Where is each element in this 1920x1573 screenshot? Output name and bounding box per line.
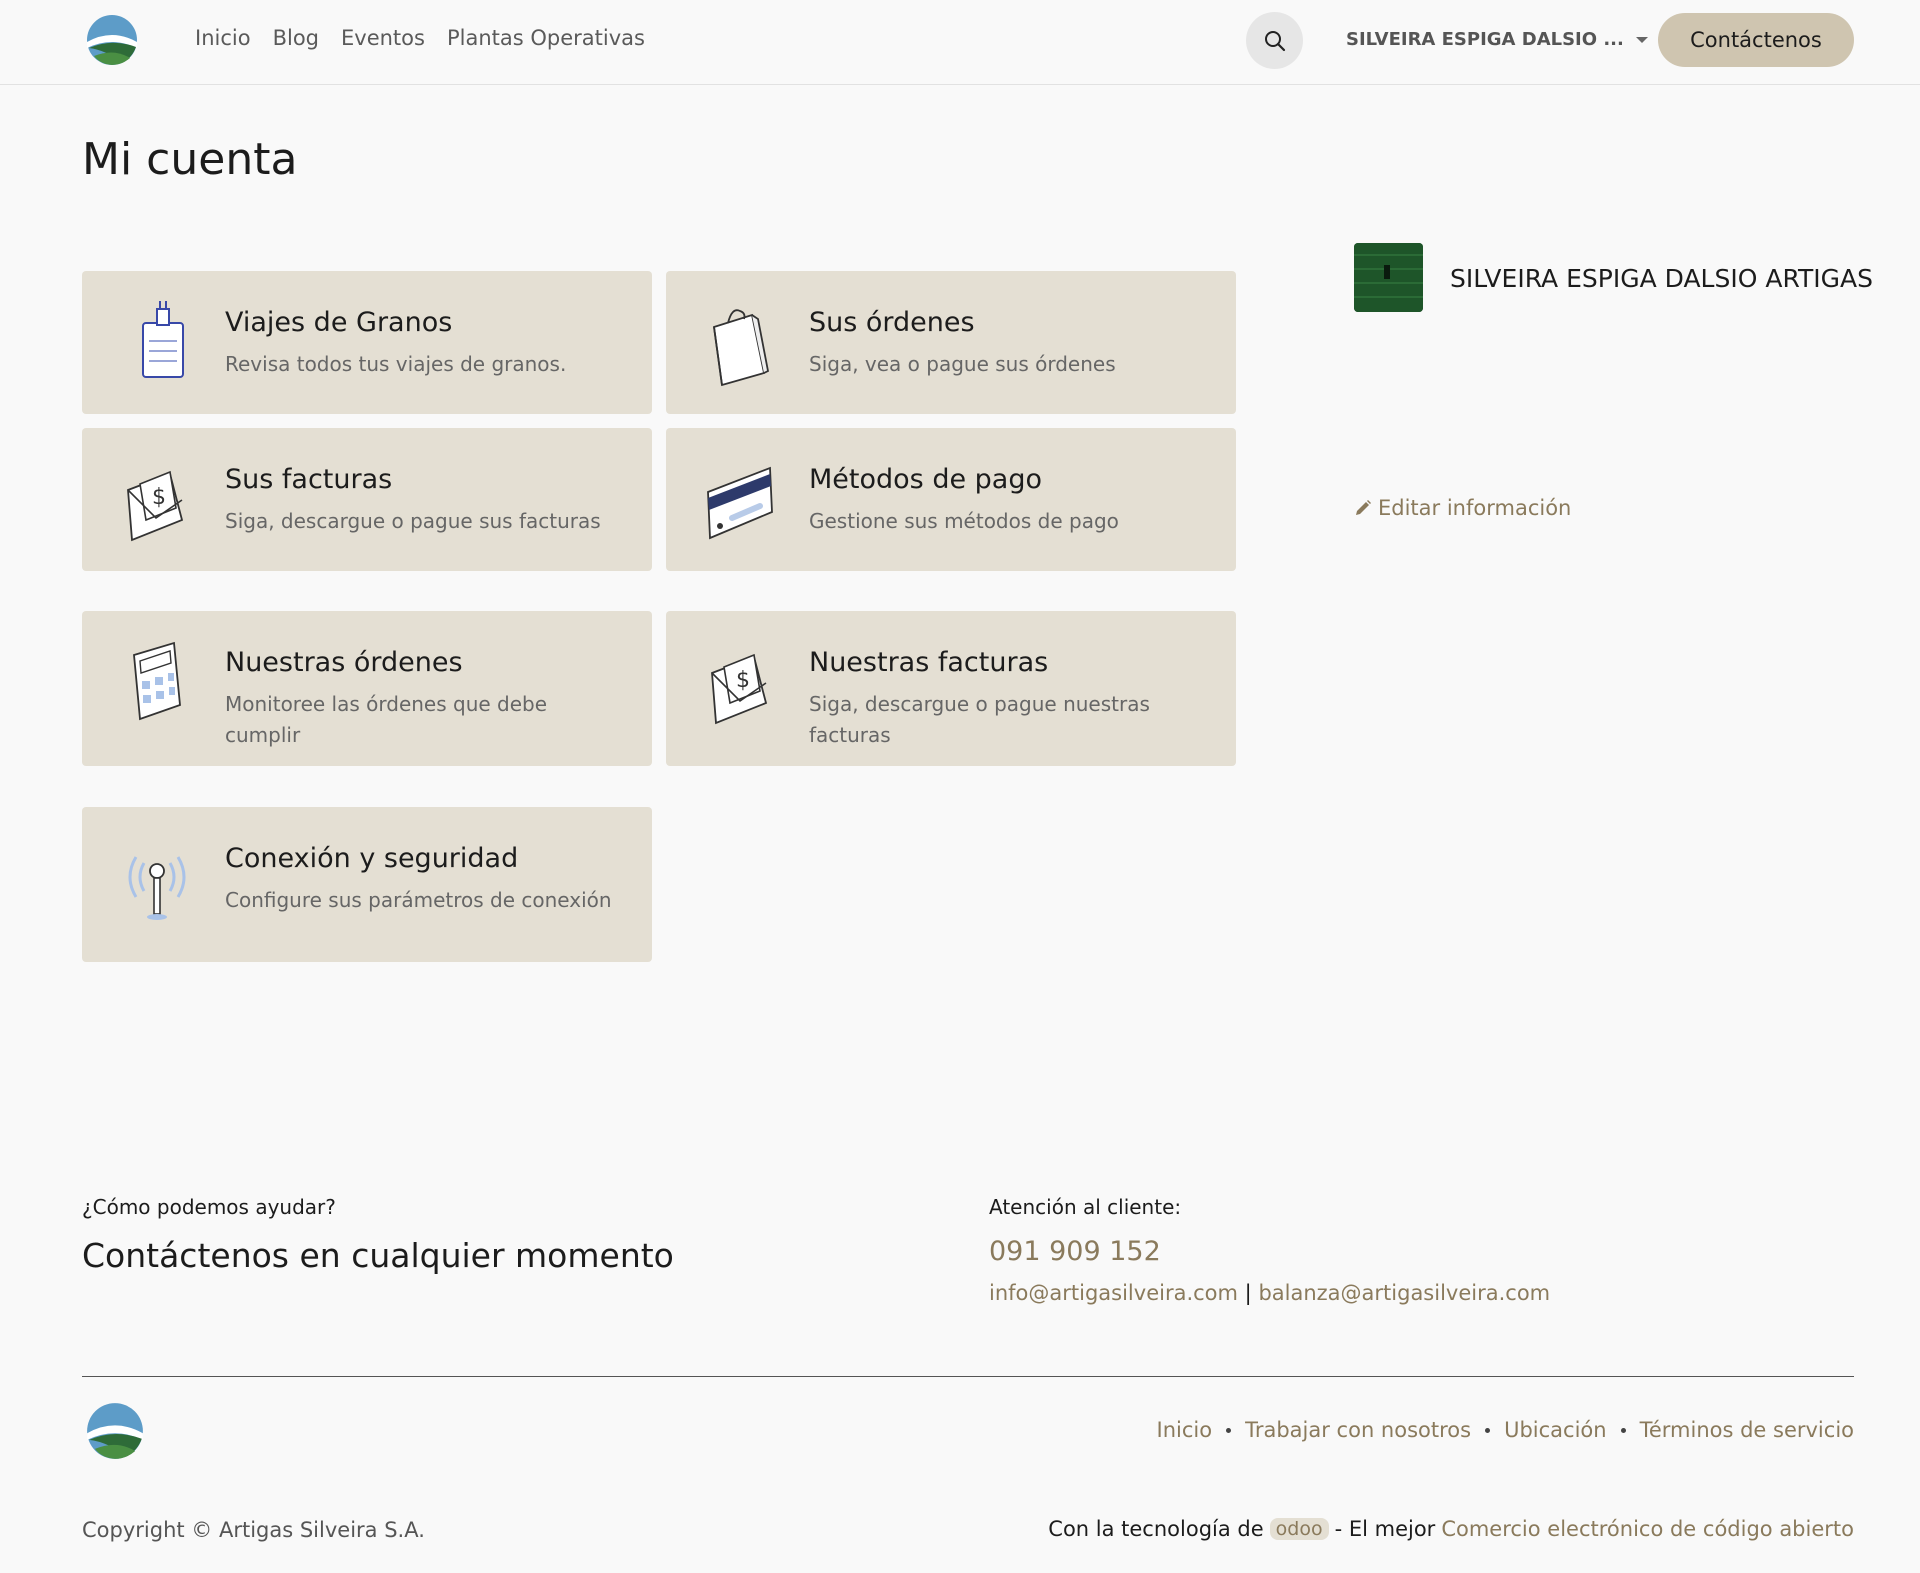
page-title: Mi cuenta: [82, 134, 298, 185]
card-title: Métodos de pago: [809, 464, 1042, 495]
card-description: Configure sus parámetros de conexión: [225, 888, 612, 912]
pencil-icon: [1356, 500, 1371, 515]
shopping-bag-icon: [713, 309, 770, 387]
odoo-badge[interactable]: odoo: [1269, 1518, 1329, 1540]
card-title: Nuestras facturas: [809, 647, 1049, 678]
calculator-icon: [133, 641, 181, 721]
email-info-link[interactable]: info@artigasilveira.com: [989, 1281, 1238, 1305]
invoice-envelope-icon: $: [127, 470, 184, 542]
user-menu-label: SILVEIRA ESPIGA DALSIO ...: [1346, 29, 1624, 50]
card-title: Conexión y seguridad: [225, 843, 519, 874]
search-icon: [1264, 30, 1285, 51]
clipboard-icon: [142, 301, 184, 378]
company-logo[interactable]: [86, 14, 138, 66]
footer-divider: [82, 1376, 1854, 1377]
card-conexion-y-seguridad[interactable]: Conexión y seguridad Configure sus parám…: [82, 807, 652, 962]
nav-blog[interactable]: Blog: [273, 26, 319, 50]
powered-mid: - El mejor: [1334, 1517, 1436, 1541]
credit-card-icon: [707, 466, 773, 540]
footer-link-terminos[interactable]: Términos de servicio: [1640, 1418, 1854, 1442]
card-description: Siga, descargue o pague sus facturas: [225, 509, 601, 533]
user-menu-dropdown[interactable]: SILVEIRA ESPIGA DALSIO ...: [1346, 29, 1648, 50]
card-description: Revisa todos tus viajes de granos.: [225, 352, 567, 376]
avatar-image: [1354, 243, 1423, 312]
contact-button[interactable]: Contáctenos: [1658, 13, 1854, 67]
main-nav: Inicio Blog Eventos Plantas Operativas: [195, 26, 645, 50]
email-separator: |: [1244, 1281, 1252, 1305]
footer-link-inicio[interactable]: Inicio: [1157, 1418, 1213, 1442]
footer-help-title: Contáctenos en cualquier momento: [82, 1236, 674, 1275]
edit-info-label: Editar información: [1378, 496, 1572, 520]
svg-text:$: $: [736, 668, 750, 693]
card-nuestras-ordenes[interactable]: Nuestras órdenes Monitoree las órdenes q…: [82, 611, 652, 766]
avatar: [1354, 243, 1423, 312]
customer-service-label: Atención al cliente:: [989, 1195, 1182, 1219]
footer-links: Inicio Trabajar con nosotros Ubicación T…: [1157, 1418, 1854, 1442]
footer-link-ubicacion[interactable]: Ubicación: [1504, 1418, 1607, 1442]
link-separator: [1620, 1427, 1626, 1433]
powered-link[interactable]: Comercio electrónico de código abierto: [1441, 1517, 1854, 1541]
antenna-icon: [128, 856, 186, 920]
footer-help-question: ¿Cómo podemos ayudar?: [82, 1195, 336, 1219]
copyright: Copyright © Artigas Silveira S.A.: [82, 1518, 425, 1542]
nav-eventos[interactable]: Eventos: [341, 26, 425, 50]
card-description: Gestione sus métodos de pago: [809, 509, 1119, 533]
card-sus-ordenes[interactable]: Sus órdenes Siga, vea o pague sus órdene…: [666, 271, 1236, 414]
chevron-down-icon: [1635, 36, 1648, 43]
card-viajes-de-granos[interactable]: Viajes de Granos Revisa todos tus viajes…: [82, 271, 652, 414]
customer-service-emails: info@artigasilveira.com | balanza@artiga…: [989, 1281, 1550, 1305]
card-title: Sus órdenes: [809, 307, 975, 338]
email-balanza-link[interactable]: balanza@artigasilveira.com: [1258, 1281, 1550, 1305]
customer-service-phone[interactable]: 091 909 152: [989, 1236, 1161, 1267]
edit-info-link[interactable]: Editar información: [1354, 496, 1571, 520]
footer-link-trabajar[interactable]: Trabajar con nosotros: [1245, 1418, 1471, 1442]
nav-plantas-operativas[interactable]: Plantas Operativas: [447, 26, 645, 50]
site-header: Inicio Blog Eventos Plantas Operativas S…: [0, 0, 1920, 85]
card-metodos-de-pago[interactable]: Métodos de pago Gestione sus métodos de …: [666, 428, 1236, 571]
svg-text:$: $: [152, 485, 166, 510]
card-sus-facturas[interactable]: $ Sus facturas Siga, descargue o pague s…: [82, 428, 652, 571]
card-description: Siga, descargue o pague nuestras factura…: [809, 692, 1150, 747]
search-button[interactable]: [1246, 12, 1303, 69]
card-description: Monitoree las órdenes que debe cumplir: [225, 692, 548, 747]
invoice-envelope-icon: $: [711, 653, 768, 725]
card-title: Viajes de Granos: [225, 307, 453, 338]
link-separator: [1485, 1427, 1491, 1433]
card-title: Sus facturas: [225, 464, 393, 495]
card-title: Nuestras órdenes: [225, 647, 463, 678]
powered-by: Con la tecnología de odoo - El mejor Com…: [1048, 1517, 1854, 1541]
footer-logo[interactable]: [86, 1402, 144, 1460]
card-nuestras-facturas[interactable]: $ Nuestras facturas Siga, descargue o pa…: [666, 611, 1236, 766]
link-separator: [1226, 1427, 1232, 1433]
nav-inicio[interactable]: Inicio: [195, 26, 251, 50]
powered-prefix: Con la tecnología de: [1048, 1517, 1264, 1541]
profile-name: SILVEIRA ESPIGA DALSIO ARTIGAS: [1450, 264, 1873, 293]
card-description: Siga, vea o pague sus órdenes: [809, 352, 1116, 376]
